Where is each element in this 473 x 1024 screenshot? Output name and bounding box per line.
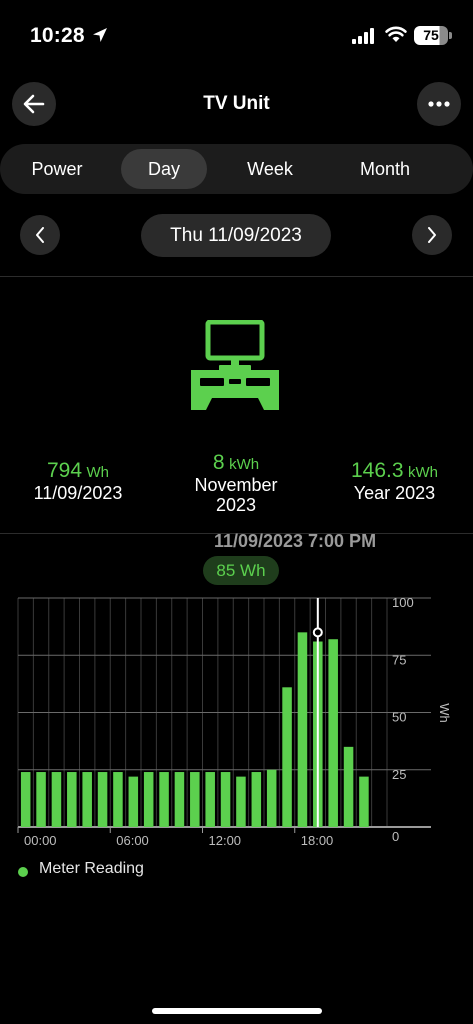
tv-unit-icon — [191, 320, 279, 410]
chart-bar — [113, 772, 123, 827]
stat-month-label-year: 2023 — [215, 495, 257, 515]
chart-bar — [359, 776, 369, 827]
stat-year-label: Year 2023 — [353, 483, 436, 503]
divider — [0, 276, 473, 277]
legend-label: Meter Reading — [39, 860, 144, 877]
chart-bar — [328, 639, 338, 827]
more-horizontal-icon — [428, 101, 450, 107]
stat-day-value: 794 — [47, 459, 83, 482]
chart-bar — [159, 772, 169, 827]
chart-bar — [236, 776, 246, 827]
chart-bar — [143, 772, 154, 827]
stat-month: 8 kWh November 2023 — [166, 451, 306, 515]
wifi-icon — [385, 26, 407, 42]
y-tick-label: 50 — [392, 710, 406, 725]
selected-datetime: 11/09/2023 7:00 PM — [213, 531, 377, 551]
status-time: 10:28 — [30, 24, 85, 47]
chevron-left-icon — [36, 227, 44, 243]
chart-bar — [343, 746, 354, 827]
stat-day: 794 Wh 11/09/2023 — [8, 459, 148, 503]
screen: 10:28 75 TV Unit Power Day Week Month Th… — [0, 0, 473, 1024]
x-tick-label: 06:00 — [116, 833, 149, 848]
x-tick-label: 12:00 — [209, 833, 242, 848]
selection-cursor-marker — [312, 627, 323, 638]
tab-power[interactable]: Power — [14, 149, 100, 189]
chart-bar — [220, 772, 231, 827]
chart-bar — [82, 772, 92, 827]
stat-month-value: 8 — [212, 451, 225, 474]
battery-cap — [449, 32, 452, 39]
battery-level: 75 — [423, 27, 439, 43]
tab-week[interactable]: Week — [227, 149, 313, 189]
chart-bar — [174, 772, 185, 827]
status-bar: 10:28 75 — [0, 0, 473, 70]
chart-bar — [51, 772, 62, 827]
selected-value-badge: 85 Wh — [203, 556, 279, 585]
hourly-consumption-chart[interactable]: 0 25 50 75 100 Wh 00:00 06:00 12:00 18:00 — [0, 590, 473, 850]
chart-bar — [20, 772, 31, 827]
home-indicator[interactable] — [152, 1008, 322, 1014]
location-arrow-icon — [93, 28, 107, 42]
next-date-button[interactable] — [412, 215, 452, 255]
y-axis-label: Wh — [437, 703, 452, 723]
chart-bar — [205, 772, 215, 827]
y-tick-label: 75 — [392, 652, 406, 667]
chart-bar — [97, 772, 108, 827]
legend-swatch — [18, 867, 28, 877]
date-selector[interactable]: Thu 11/09/2023 — [141, 214, 331, 257]
chart-bar — [36, 772, 46, 827]
y-tick-label: 100 — [392, 595, 414, 610]
tab-day[interactable]: Day — [121, 149, 207, 189]
stat-year-unit: kWh — [408, 464, 438, 481]
stat-day-label: 11/09/2023 — [33, 483, 123, 503]
stat-day-unit: Wh — [86, 464, 110, 481]
y-tick-label: 0 — [392, 829, 399, 844]
chart-bar — [251, 772, 262, 827]
more-options-button[interactable] — [417, 82, 461, 126]
period-tabs: Power Day Week Month — [0, 144, 473, 194]
chevron-right-icon — [428, 227, 436, 243]
cellular-signal-icon — [352, 28, 374, 44]
tab-month[interactable]: Month — [340, 149, 430, 189]
stat-month-unit: kWh — [229, 456, 260, 473]
x-tick-label: 00:00 — [24, 833, 57, 848]
chart-bar — [297, 632, 308, 827]
page-title: TV Unit — [203, 93, 270, 114]
chart-bar — [190, 772, 200, 827]
battery-indicator: 75 — [414, 26, 448, 45]
chart-bar — [128, 776, 139, 827]
y-tick-label: 25 — [392, 767, 406, 782]
stat-year: 146.3 kWh Year 2023 — [322, 459, 467, 503]
x-tick-label: 18:00 — [301, 833, 334, 848]
stat-year-value: 146.3 — [350, 459, 404, 482]
chart-bar — [67, 772, 77, 827]
previous-date-button[interactable] — [20, 215, 60, 255]
stat-month-label: November — [194, 475, 278, 495]
chart-bar — [282, 687, 292, 827]
chart-bar — [266, 769, 277, 827]
